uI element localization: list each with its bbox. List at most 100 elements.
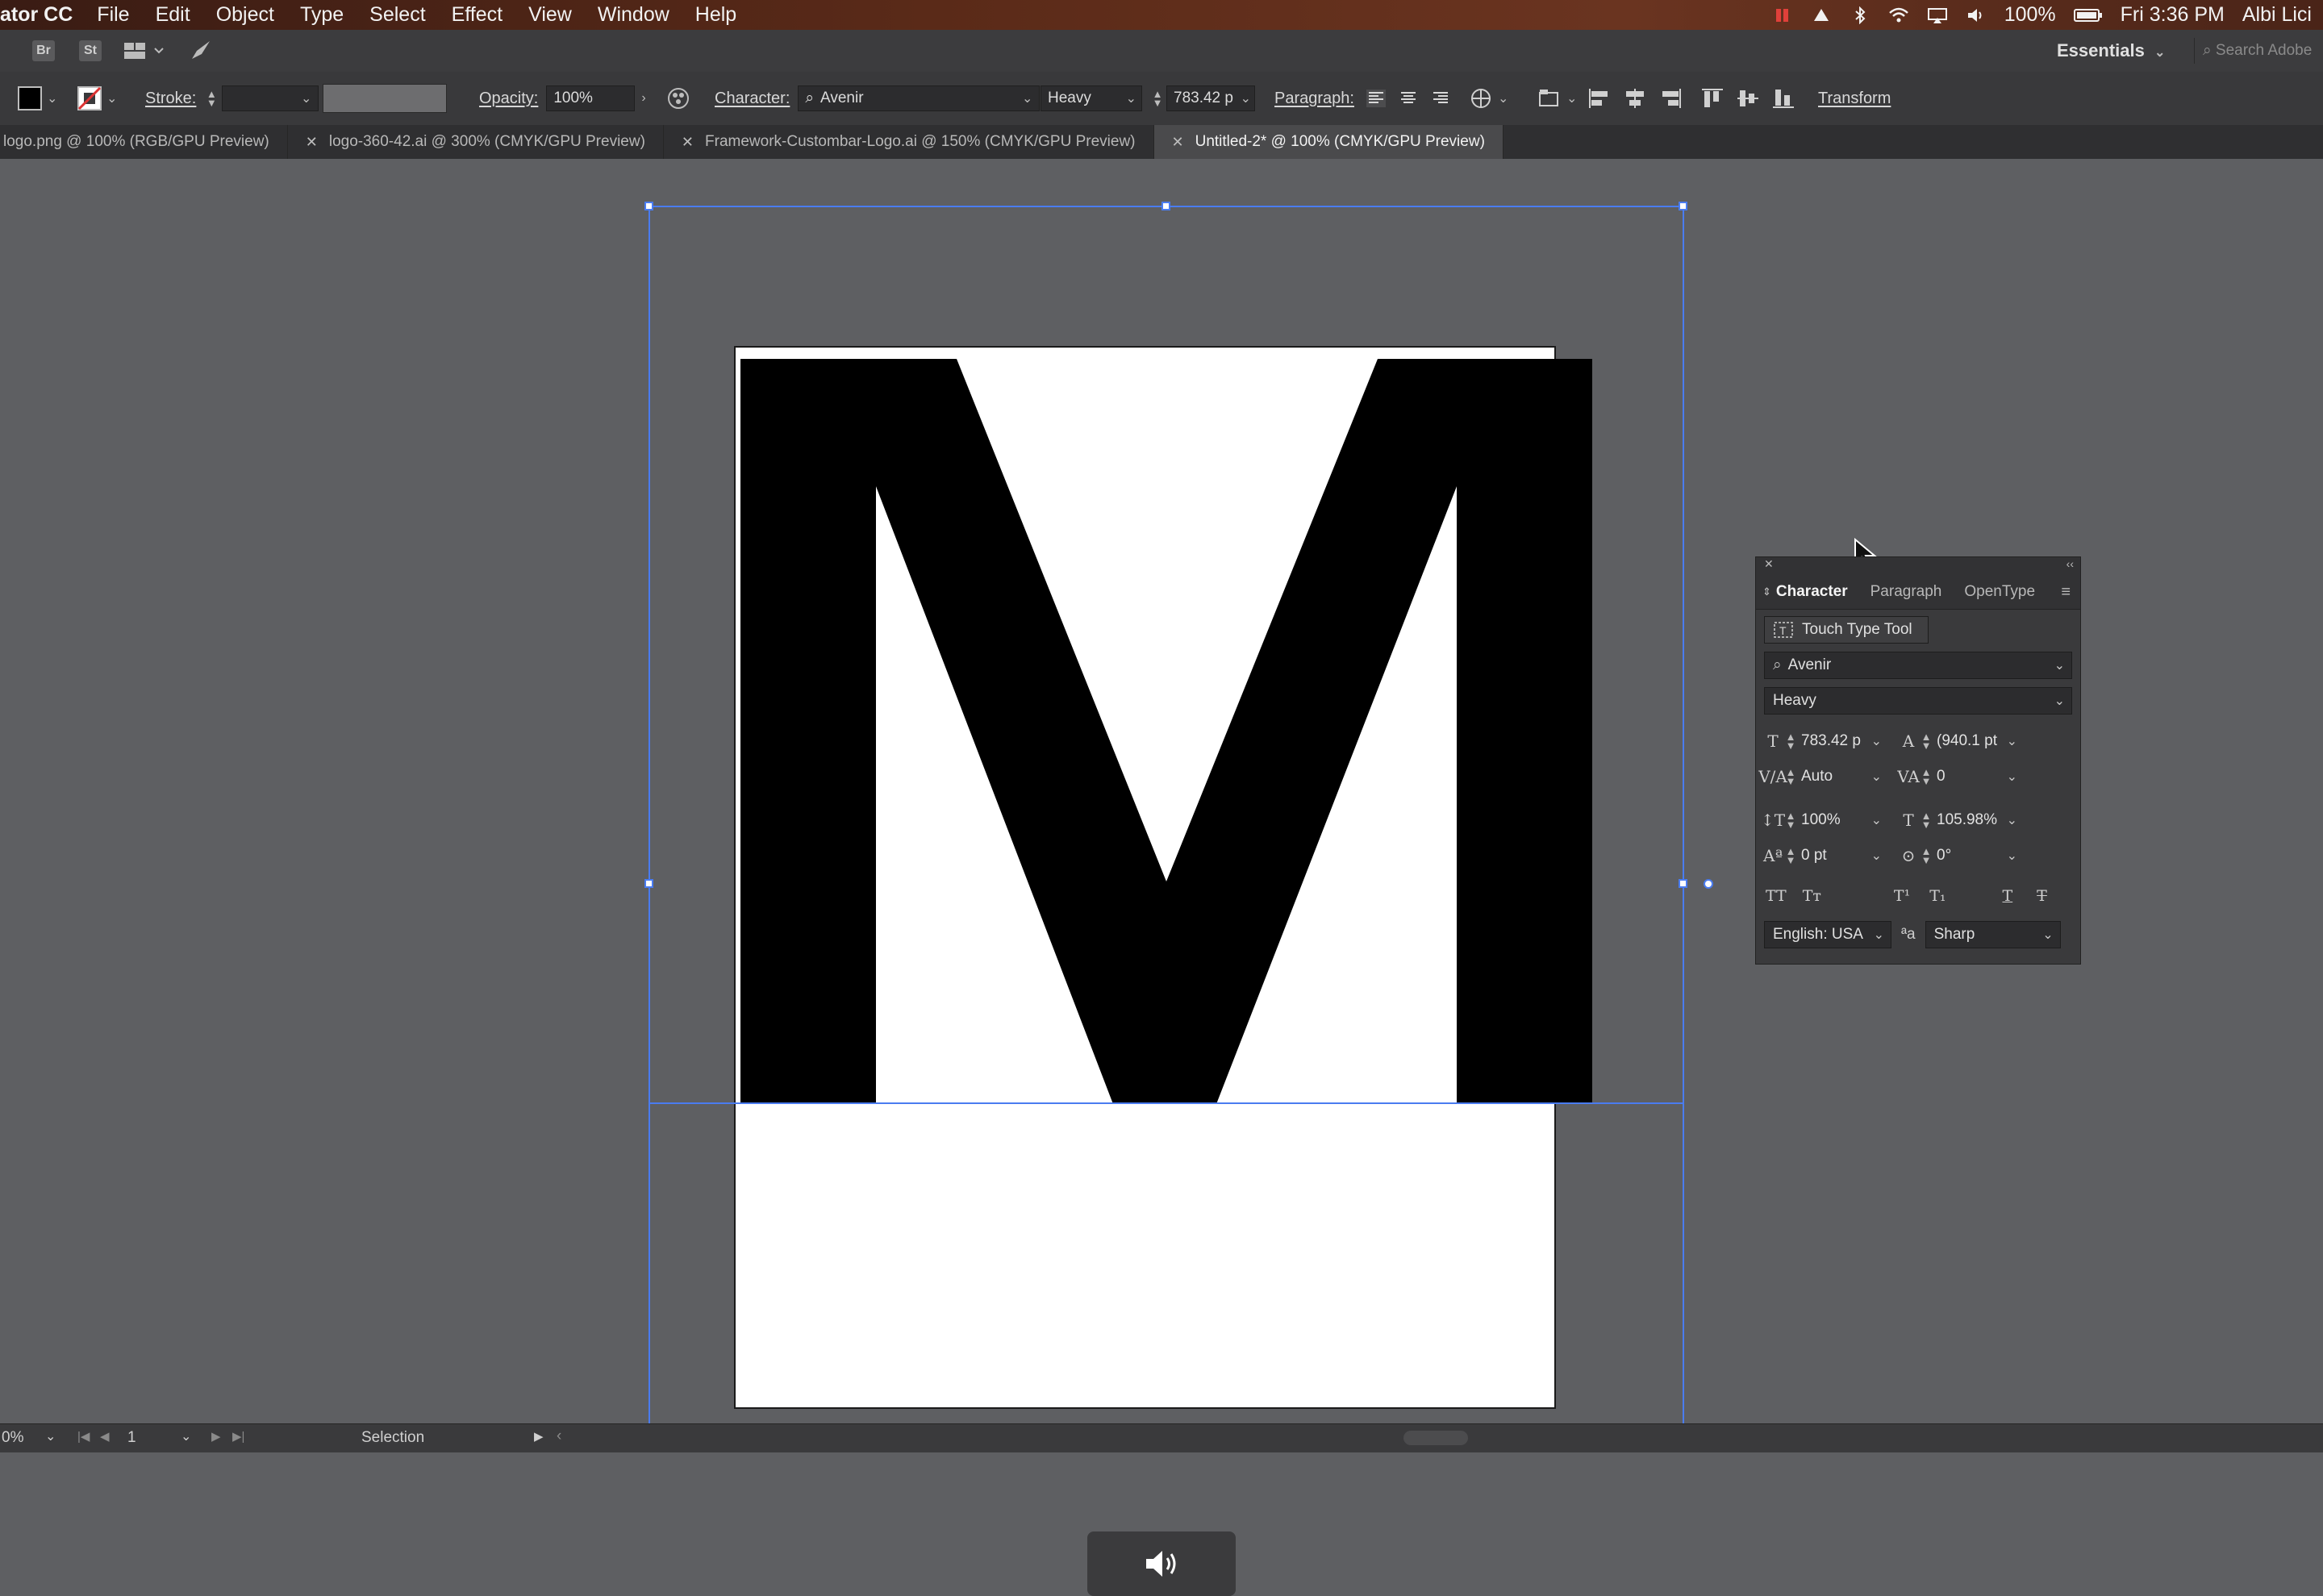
all-caps-icon[interactable]: TT xyxy=(1766,887,1787,905)
stroke-stepper[interactable]: ▲ ▼ xyxy=(206,89,217,108)
artboard-number[interactable]: 1 xyxy=(127,1429,136,1447)
next-artboard-icon[interactable]: ▶ xyxy=(211,1429,221,1444)
kerning-stepper[interactable]: ▲ ▼ xyxy=(1785,767,1796,786)
vertical-scale-field[interactable]: 100% ⌄ xyxy=(1796,806,1882,834)
opacity-label[interactable]: Opacity: xyxy=(479,90,538,108)
document-tab[interactable]: ✕ logo-360-42.ai @ 300% (CMYK/GPU Previe… xyxy=(288,125,664,159)
small-caps-icon[interactable]: Tт xyxy=(1803,887,1821,905)
font-style-field[interactable]: Heavy ⌄ xyxy=(1764,687,2072,715)
horizontal-align-right-icon[interactable] xyxy=(1658,87,1683,110)
stroke-label[interactable]: Stroke: xyxy=(145,90,196,108)
superscript-icon[interactable]: T¹ xyxy=(1894,887,1910,905)
transform-link[interactable]: Transform xyxy=(1818,90,1891,108)
align-right-icon[interactable] xyxy=(1430,89,1451,108)
menu-view[interactable]: View xyxy=(515,3,585,27)
font-size-stepper[interactable]: ▲ ▼ xyxy=(1152,89,1163,108)
tab-paragraph[interactable]: Paragraph xyxy=(1859,583,1954,601)
character-label[interactable]: Character: xyxy=(715,90,790,108)
artboard[interactable] xyxy=(734,346,1556,1409)
strikethrough-icon[interactable]: T xyxy=(2037,887,2047,905)
tracking-field[interactable]: 0 ⌄ xyxy=(1932,763,2017,790)
app-menu[interactable]: ator CC xyxy=(0,3,84,27)
wifi-icon[interactable] xyxy=(1888,6,1909,24)
menu-help[interactable]: Help xyxy=(682,3,749,27)
menu-select[interactable]: Select xyxy=(357,3,438,27)
menu-object[interactable]: Object xyxy=(203,3,287,27)
font-family-field[interactable]: ⌕ Avenir ⌄ xyxy=(798,85,1041,111)
menu-file[interactable]: File xyxy=(84,3,142,27)
user-name[interactable]: Albi Lici xyxy=(2242,3,2312,27)
horizontal-scrollbar-thumb[interactable] xyxy=(1403,1431,1468,1445)
rotation-field[interactable]: 0° ⌄ xyxy=(1932,842,2017,869)
paragraph-label[interactable]: Paragraph: xyxy=(1274,90,1354,108)
vertical-align-top-icon[interactable] xyxy=(1700,87,1725,110)
search-adobe-stock[interactable]: ⌕ Search Adobe xyxy=(2194,38,2323,64)
touch-type-tool-button[interactable]: T Touch Type Tool xyxy=(1764,616,1929,644)
opacity-field[interactable]: 100% xyxy=(546,85,636,111)
chevron-right-icon[interactable]: › xyxy=(641,91,645,106)
clock[interactable]: Fri 3:36 PM xyxy=(2121,3,2225,27)
variable-width-profile[interactable] xyxy=(323,84,447,113)
close-icon[interactable]: ✕ xyxy=(682,134,694,151)
speaker-icon[interactable] xyxy=(1966,6,1987,24)
shape-options-icon[interactable] xyxy=(1537,88,1562,109)
menu-effect[interactable]: Effect xyxy=(439,3,515,27)
fill-swatch[interactable] xyxy=(18,86,42,110)
panel-titlebar[interactable]: ✕ ‹‹ xyxy=(1756,557,2080,575)
vertical-align-center-icon[interactable] xyxy=(1736,87,1760,110)
vertical-scale-stepper[interactable]: ▲ ▼ xyxy=(1785,811,1796,830)
vertical-align-bottom-icon[interactable] xyxy=(1771,87,1795,110)
tab-opentype[interactable]: OpenType xyxy=(1953,583,2046,601)
close-icon[interactable]: ✕ xyxy=(1172,134,1184,151)
sort-arrows-icon[interactable]: ⇕ xyxy=(1756,585,1771,598)
horizontal-align-center-icon[interactable] xyxy=(1623,87,1647,110)
horizontal-align-left-icon[interactable] xyxy=(1587,87,1612,110)
leading-field[interactable]: (940.1 pt ⌄ xyxy=(1932,727,2017,755)
font-size-field[interactable]: 783.42 p ⌄ xyxy=(1796,727,1882,755)
status-menu-arrow-icon[interactable]: ▶ xyxy=(534,1429,544,1444)
document-tab-active[interactable]: ✕ Untitled-2* @ 100% (CMYK/GPU Preview) xyxy=(1153,125,1503,159)
stock-button[interactable]: St xyxy=(79,40,102,61)
bluetooth-icon[interactable] xyxy=(1850,6,1870,24)
recording-icon[interactable] xyxy=(1772,6,1793,24)
horizontal-scale-field[interactable]: 105.98% ⌄ xyxy=(1932,806,2017,834)
panel-menu-icon[interactable]: ≡ xyxy=(2061,583,2071,602)
scroll-left-icon[interactable]: ‹ xyxy=(557,1427,561,1445)
tracking-stepper[interactable]: ▲ ▼ xyxy=(1921,767,1932,786)
bridge-button[interactable]: Br xyxy=(32,40,55,61)
recolor-artwork-icon[interactable] xyxy=(666,86,690,110)
font-size-stepper[interactable]: ▲ ▼ xyxy=(1785,731,1796,751)
align-left-icon[interactable] xyxy=(1366,89,1387,108)
chevron-down-icon[interactable]: ⌄ xyxy=(1566,90,1577,106)
close-icon[interactable]: ✕ xyxy=(1764,557,1774,571)
first-artboard-icon[interactable]: |◀ xyxy=(77,1429,90,1444)
stroke-dropdown-icon[interactable]: ⌄ xyxy=(106,90,117,106)
align-center-icon[interactable] xyxy=(1398,89,1419,108)
arrange-documents-icon[interactable] xyxy=(123,41,165,60)
airplay-icon[interactable] xyxy=(1927,6,1948,24)
document-tab[interactable]: logo.png @ 100% (RGB/GPU Preview) xyxy=(0,125,288,159)
leading-stepper[interactable]: ▲ ▼ xyxy=(1921,731,1932,751)
baseline-shift-field[interactable]: 0 pt ⌄ xyxy=(1796,842,1882,869)
horizontal-scale-stepper[interactable]: ▲ ▼ xyxy=(1921,811,1932,830)
font-size-field[interactable]: 783.42 p ⌄ xyxy=(1166,85,1255,111)
menu-edit[interactable]: Edit xyxy=(143,3,203,27)
battery-icon[interactable] xyxy=(2073,6,2103,24)
workspace-switcher[interactable]: Essentials ⌄ xyxy=(2057,40,2165,61)
tab-character[interactable]: Character xyxy=(1771,583,1859,601)
underline-icon[interactable]: T xyxy=(2002,887,2012,905)
font-style-field[interactable]: Heavy ⌄ xyxy=(1041,85,1142,111)
gpu-performance-icon[interactable] xyxy=(189,40,213,62)
last-artboard-icon[interactable]: ▶| xyxy=(232,1429,244,1444)
character-panel[interactable]: ✕ ‹‹ ⇕ Character Paragraph OpenType ≡ T … xyxy=(1755,556,2081,965)
rotation-stepper[interactable]: ▲ ▼ xyxy=(1921,846,1932,865)
menu-type[interactable]: Type xyxy=(287,3,357,27)
stroke-swatch-none-icon[interactable] xyxy=(77,86,102,110)
menu-window[interactable]: Window xyxy=(585,3,682,27)
collapse-icon[interactable]: ‹‹ xyxy=(2067,557,2074,570)
cloud-icon[interactable] xyxy=(1811,6,1832,24)
antialias-select[interactable]: Sharp ⌄ xyxy=(1925,921,2061,948)
fill-dropdown-icon[interactable]: ⌄ xyxy=(47,90,57,106)
baseline-shift-stepper[interactable]: ▲ ▼ xyxy=(1785,846,1796,865)
artboard-dropdown-icon[interactable]: ⌄ xyxy=(181,1428,191,1444)
